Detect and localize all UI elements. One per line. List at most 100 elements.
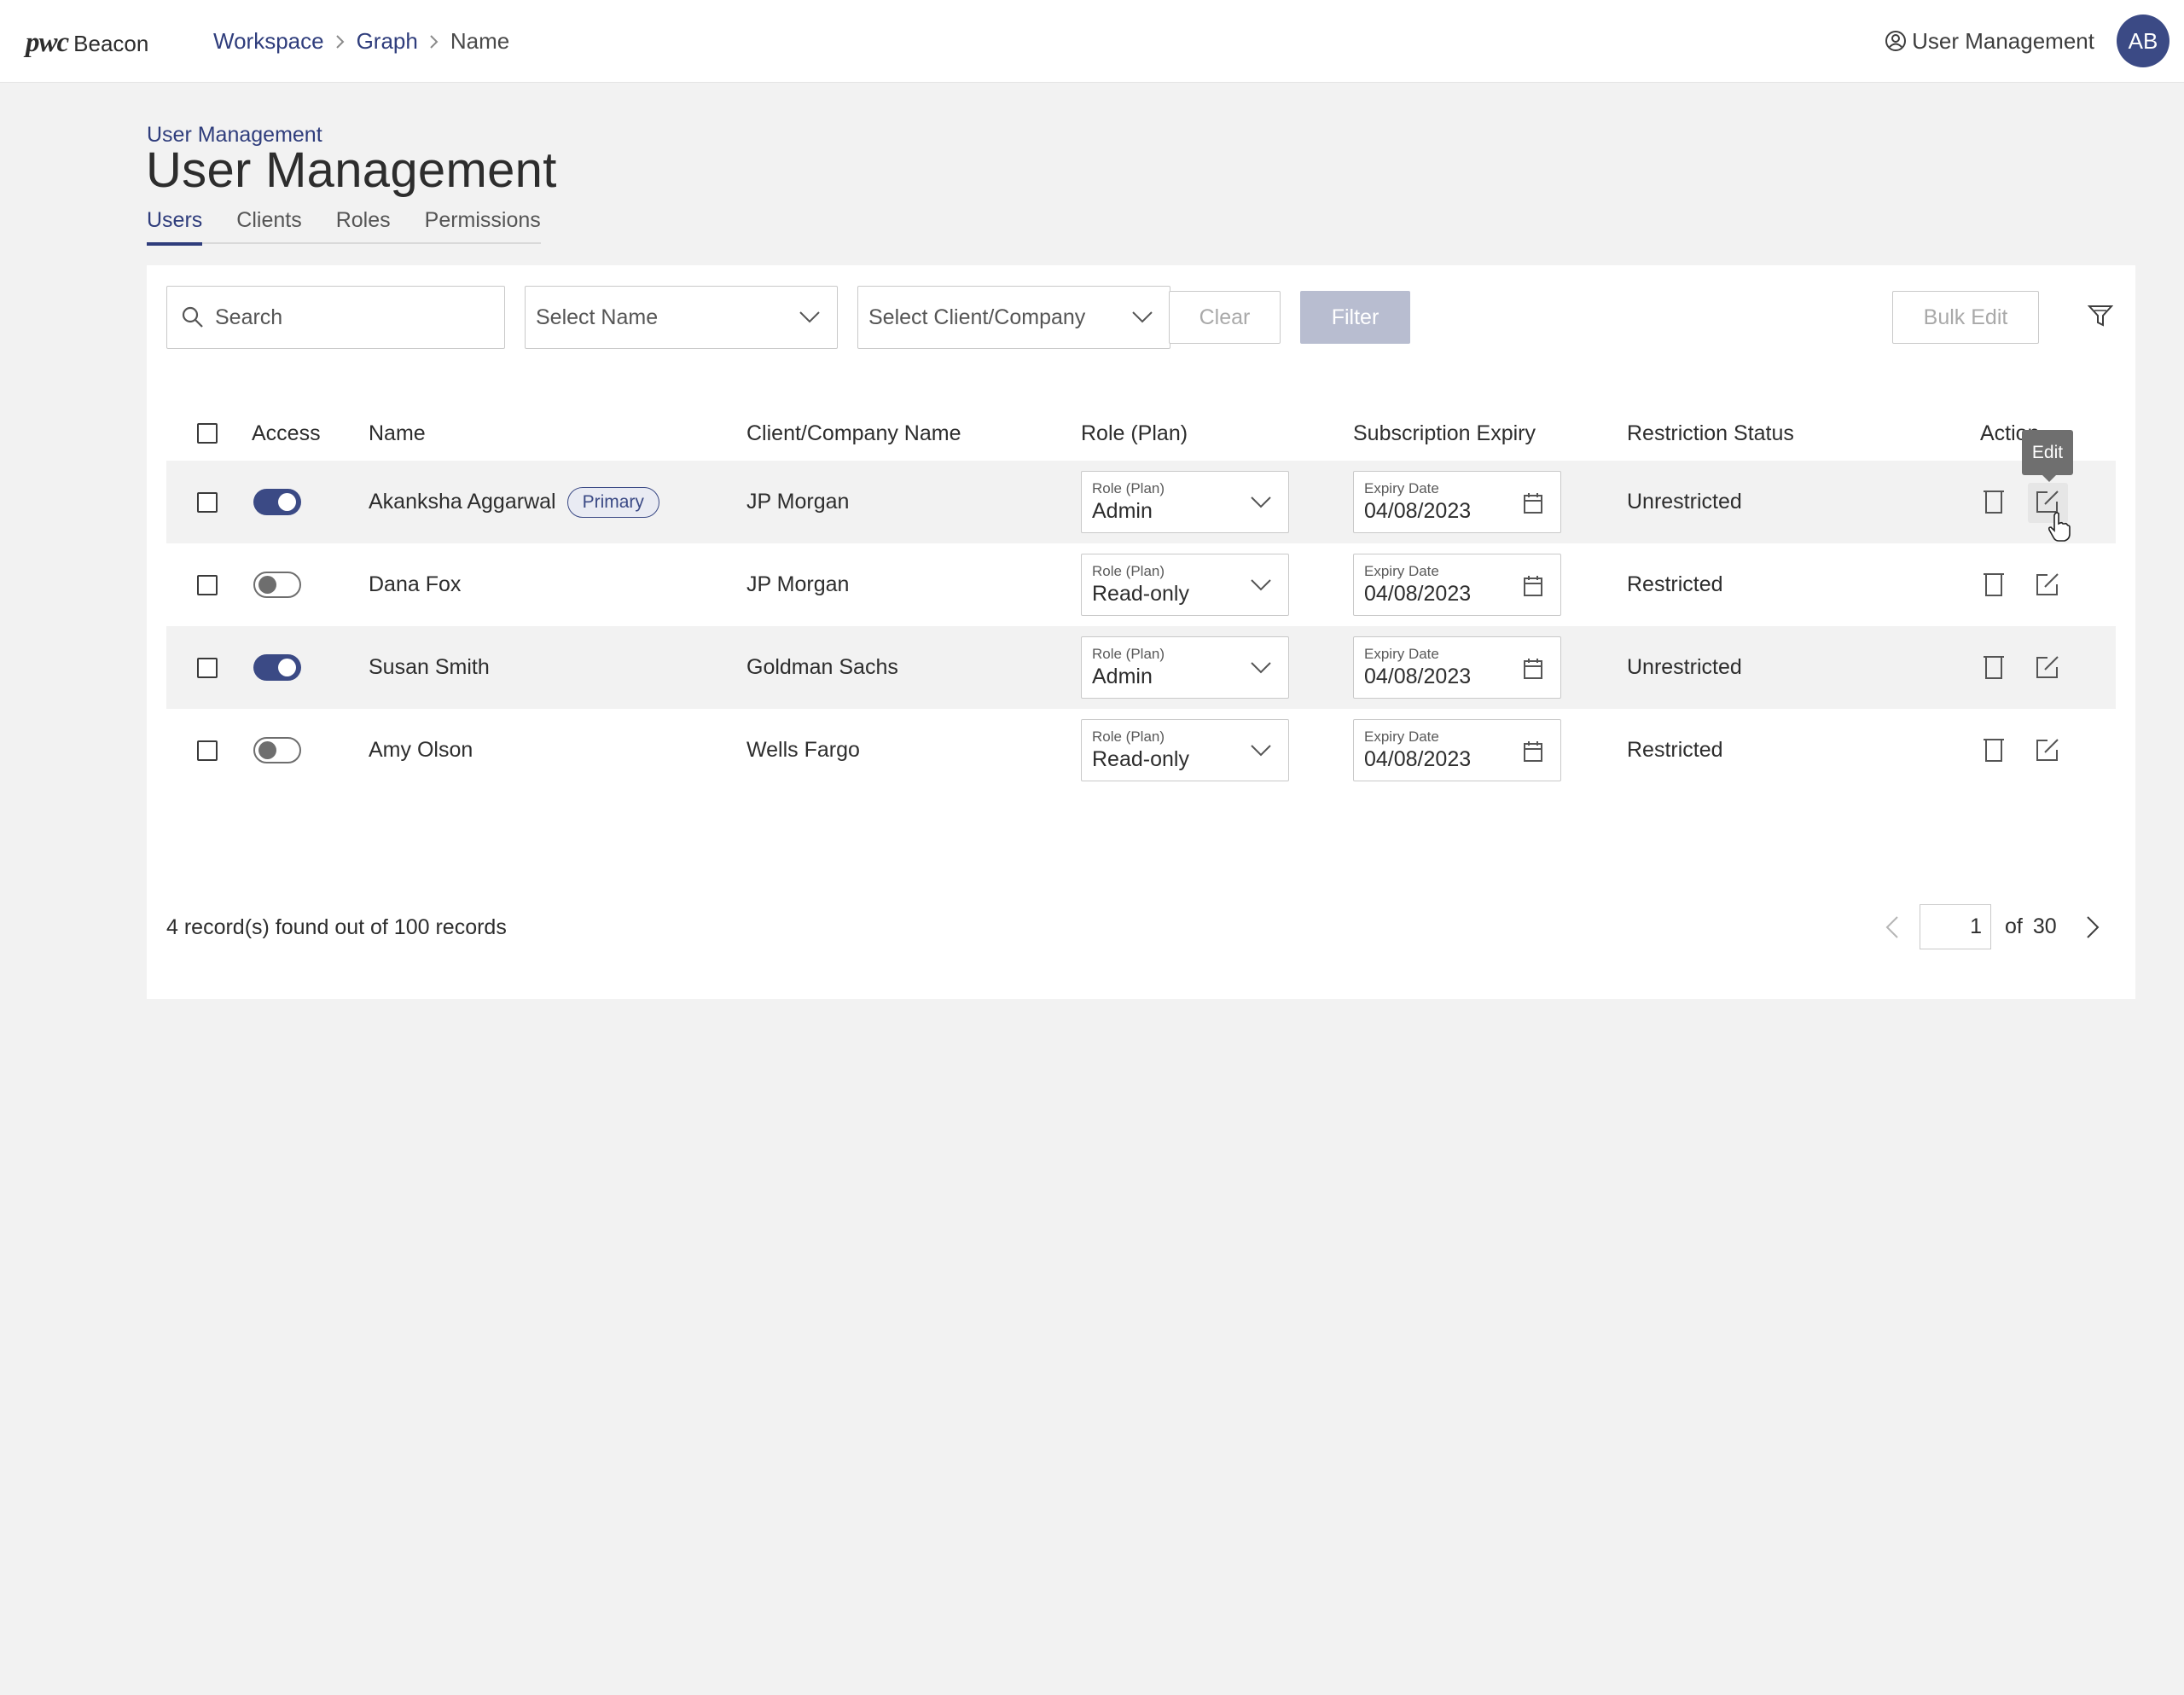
- calendar-icon[interactable]: [1523, 658, 1543, 680]
- filter-funnel-icon[interactable]: [2088, 303, 2113, 328]
- chevron-down-icon: [1132, 311, 1153, 323]
- access-toggle[interactable]: [253, 572, 301, 598]
- company-name: Wells Fargo: [746, 738, 860, 762]
- tab-roles[interactable]: Roles: [336, 208, 391, 244]
- row-checkbox[interactable]: [197, 740, 218, 761]
- calendar-icon[interactable]: [1523, 492, 1543, 514]
- expiry-field-label: Expiry Date: [1364, 563, 1439, 579]
- table-row: Amy Olson Wells Fargo Role (Plan) Read-o…: [166, 709, 2116, 792]
- access-toggle[interactable]: [253, 737, 301, 763]
- role-field-label: Role (Plan): [1092, 480, 1165, 496]
- restriction-status: Unrestricted: [1627, 490, 1742, 514]
- col-name: Name: [369, 421, 426, 445]
- table-row: Dana Fox JP Morgan Role (Plan) Read-only…: [166, 543, 2116, 626]
- table-header: Access Name Client/Company Name Role (Pl…: [166, 406, 2116, 461]
- records-count: 4 record(s) found out of 100 records: [166, 915, 507, 939]
- company-name: Goldman Sachs: [746, 655, 898, 679]
- chevron-right-icon: [418, 34, 450, 49]
- user-management-link[interactable]: User Management: [1885, 28, 2094, 55]
- primary-badge: Primary: [566, 486, 659, 518]
- clear-button[interactable]: Clear: [1169, 291, 1281, 344]
- role-value: Read-only: [1092, 582, 1189, 606]
- calendar-icon[interactable]: [1523, 575, 1543, 597]
- table-row: Akanksha Aggarwal Primary JP Morgan Role…: [166, 461, 2116, 543]
- edit-icon[interactable]: [2035, 489, 2060, 514]
- col-role: Role (Plan): [1081, 421, 1188, 445]
- col-expiry: Subscription Expiry: [1353, 421, 1536, 445]
- edit-tooltip: Edit: [2022, 430, 2073, 482]
- of-label: of: [2005, 914, 2023, 938]
- company-name: JP Morgan: [746, 572, 850, 596]
- chevron-down-icon: [1251, 496, 1271, 508]
- edit-icon[interactable]: [2035, 572, 2060, 597]
- bulk-edit-button[interactable]: Bulk Edit: [1892, 291, 2039, 344]
- tab-permissions[interactable]: Permissions: [425, 208, 541, 244]
- role-select[interactable]: Role (Plan) Read-only: [1081, 554, 1289, 616]
- select-client-dropdown[interactable]: Select Client/Company: [857, 286, 1170, 349]
- breadcrumb-graph[interactable]: Graph: [357, 28, 418, 55]
- breadcrumb-current: Name: [450, 28, 510, 54]
- chevron-down-icon: [1251, 579, 1271, 591]
- access-toggle[interactable]: [253, 654, 301, 681]
- restriction-status: Restricted: [1627, 572, 1723, 596]
- role-field-label: Role (Plan): [1092, 729, 1165, 745]
- row-checkbox[interactable]: [197, 574, 218, 595]
- expiry-field-label: Expiry Date: [1364, 646, 1439, 662]
- search-box[interactable]: [166, 286, 505, 349]
- delete-icon[interactable]: [1983, 654, 2005, 680]
- row-checkbox[interactable]: [197, 491, 218, 513]
- delete-icon[interactable]: [1983, 737, 2005, 763]
- total-pages: 30: [2032, 914, 2057, 938]
- expiry-value: 04/08/2023: [1364, 747, 1472, 771]
- expiry-date-field[interactable]: Expiry Date 04/08/2023: [1353, 554, 1561, 616]
- delete-icon[interactable]: [1983, 489, 2005, 514]
- col-access: Access: [252, 421, 321, 445]
- select-all-checkbox[interactable]: [197, 423, 218, 444]
- chevron-left-icon[interactable]: [1885, 915, 1899, 939]
- chevron-right-icon: [324, 34, 357, 49]
- role-select[interactable]: Role (Plan) Admin: [1081, 636, 1289, 699]
- user-name: Susan Smith: [369, 655, 490, 679]
- brand-mark: pwc: [26, 27, 69, 58]
- brand-name: Beacon: [73, 31, 149, 56]
- access-toggle[interactable]: [253, 489, 301, 515]
- tab-users[interactable]: Users: [147, 208, 203, 246]
- role-value: Admin: [1092, 665, 1153, 688]
- row-checkbox[interactable]: [197, 657, 218, 678]
- search-input[interactable]: [215, 305, 488, 330]
- select-client-label: Select Client/Company: [868, 305, 1086, 329]
- pagination: 1 of 30: [1885, 904, 2100, 949]
- role-select[interactable]: Role (Plan) Read-only: [1081, 719, 1289, 781]
- user-name: Dana Fox: [369, 572, 462, 596]
- expiry-date-field[interactable]: Expiry Date 04/08/2023: [1353, 636, 1561, 699]
- chevron-down-icon: [1251, 745, 1271, 757]
- user-name: Akanksha Aggarwal: [369, 490, 556, 514]
- col-company: Client/Company Name: [746, 421, 961, 445]
- chevron-right-icon[interactable]: [2086, 915, 2100, 939]
- expiry-date-field[interactable]: Expiry Date 04/08/2023: [1353, 719, 1561, 781]
- expiry-value: 04/08/2023: [1364, 582, 1472, 606]
- filter-button[interactable]: Filter: [1300, 291, 1410, 344]
- tab-clients[interactable]: Clients: [236, 208, 301, 244]
- app-logo[interactable]: pwc Beacon: [26, 27, 148, 59]
- page-number-input[interactable]: 1: [1920, 904, 1991, 949]
- expiry-date-field[interactable]: Expiry Date 04/08/2023: [1353, 471, 1561, 533]
- user-name: Amy Olson: [369, 738, 473, 762]
- avatar[interactable]: AB: [2117, 15, 2169, 67]
- filter-toolbar: Select Name Select Client/Company Clear …: [166, 286, 2135, 349]
- select-name-dropdown[interactable]: Select Name: [525, 286, 838, 349]
- breadcrumb-workspace[interactable]: Workspace: [213, 28, 324, 55]
- chevron-down-icon: [799, 311, 820, 323]
- company-name: JP Morgan: [746, 490, 850, 514]
- calendar-icon[interactable]: [1523, 740, 1543, 763]
- expiry-value: 04/08/2023: [1364, 665, 1472, 688]
- delete-icon[interactable]: [1983, 572, 2005, 597]
- role-value: Admin: [1092, 499, 1153, 523]
- edit-icon[interactable]: [2035, 737, 2060, 763]
- edit-icon[interactable]: [2035, 654, 2060, 680]
- users-card: Select Name Select Client/Company Clear …: [147, 265, 2135, 999]
- col-restriction: Restriction Status: [1627, 421, 1794, 445]
- role-field-label: Role (Plan): [1092, 646, 1165, 662]
- role-select[interactable]: Role (Plan) Admin: [1081, 471, 1289, 533]
- top-right-controls: User Management AB: [1885, 15, 2169, 67]
